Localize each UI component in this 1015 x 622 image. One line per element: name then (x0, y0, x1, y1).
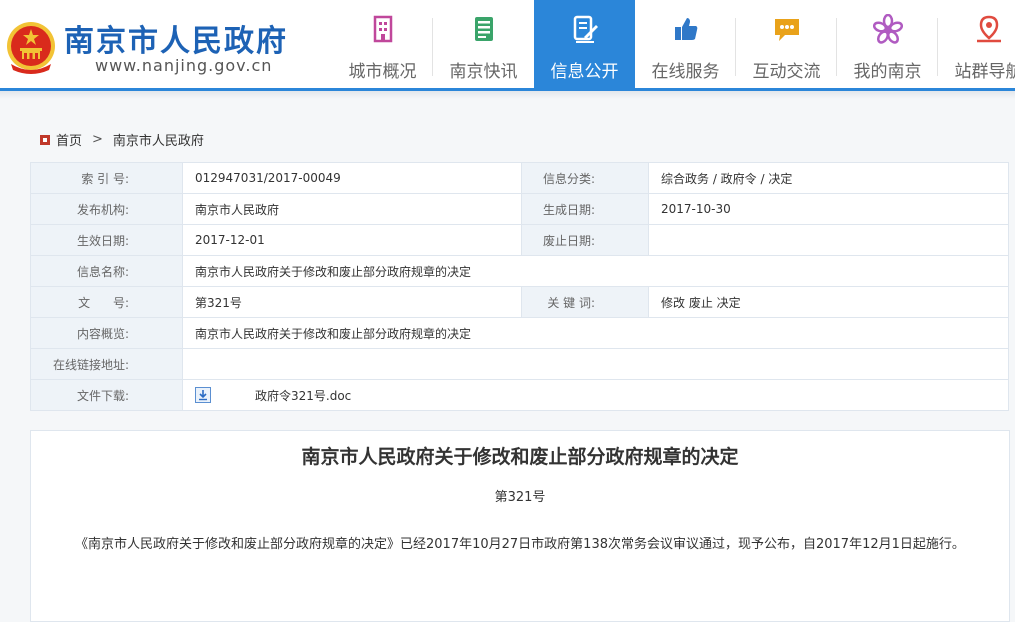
chat-bubble-icon (775, 19, 799, 41)
table-row: 生效日期: 2017-12-01 废止日期: (30, 224, 1009, 256)
doc-number-value: 第321号 (182, 286, 522, 318)
home-icon (40, 134, 50, 145)
nav-label: 站群导航 (954, 62, 1015, 82)
table-row: 发布机构: 南京市人民政府 生成日期: 2017-10-30 (30, 193, 1009, 225)
doc-number-label: 文 号: (30, 286, 183, 318)
created-date-label: 生成日期: (521, 193, 649, 225)
map-pin-icon (977, 15, 1001, 43)
national-emblem-icon (7, 22, 55, 74)
index-label: 索 引 号: (30, 162, 183, 194)
flower-icon (873, 14, 903, 44)
online-link-value (182, 348, 1009, 380)
category-value: 综合政务 / 政府令 / 决定 (648, 162, 1009, 194)
site-title[interactable]: 南京市人民政府 (64, 16, 288, 60)
nav-label: 互动交流 (752, 62, 821, 82)
category-label: 信息分类: (521, 162, 649, 194)
breadcrumb-separator: > (92, 132, 103, 147)
article-number: 第321号 (494, 490, 546, 505)
keywords-label: 关 键 词: (521, 286, 649, 318)
table-row: 信息名称: 南京市人民政府关于修改和废止部分政府规章的决定 (30, 255, 1009, 287)
summary-value: 南京市人民政府关于修改和废止部分政府规章的决定 (182, 317, 1009, 349)
table-row: 内容概览: 南京市人民政府关于修改和废止部分政府规章的决定 (30, 317, 1009, 349)
nav-label: 信息公开 (550, 62, 619, 82)
nav-label: 我的南京 (853, 62, 922, 82)
breadcrumb: 首页 > 南京市人民政府 (40, 130, 204, 149)
site-header: 南京市人民政府 www.nanjing.gov.cn 城市概况 南京快讯 信息公… (0, 0, 1015, 88)
download-label: 文件下载: (30, 379, 183, 411)
download-icon[interactable] (195, 387, 211, 403)
thumbs-up-icon (675, 18, 698, 40)
download-file-link[interactable]: 政府令321号.doc (255, 389, 351, 403)
header-shadow (0, 91, 1015, 99)
news-icon (475, 17, 493, 41)
breadcrumb-home-link[interactable]: 首页 (56, 130, 82, 149)
breadcrumb-current[interactable]: 南京市人民政府 (113, 130, 204, 149)
site-url[interactable]: www.nanjing.gov.cn (95, 56, 272, 75)
main-nav: 城市概况 南京快讯 信息公开 在线服务 互动交流 我的南京 站群导航 (332, 0, 1015, 88)
nav-item-site-navigation[interactable]: 站群导航 (938, 0, 1015, 88)
nav-item-nanjing-news[interactable]: 南京快讯 (433, 0, 534, 88)
effective-date-label: 生效日期: (30, 224, 183, 256)
publisher-value: 南京市人民政府 (182, 193, 522, 225)
download-cell: 政府令321号.doc (182, 379, 1009, 411)
nav-label: 在线服务 (651, 62, 720, 82)
document-edit-icon (573, 15, 598, 43)
keywords-value: 修改 废止 决定 (648, 286, 1009, 318)
info-name-value: 南京市人民政府关于修改和废止部分政府规章的决定 (182, 255, 1009, 287)
publisher-label: 发布机构: (30, 193, 183, 225)
nav-label: 城市概况 (348, 62, 417, 82)
article-title: 南京市人民政府关于修改和废止部分政府规章的决定 (301, 446, 739, 468)
article-panel: 南京市人民政府关于修改和废止部分政府规章的决定 第321号 《南京市人民政府关于… (30, 430, 1010, 622)
nav-item-city-overview[interactable]: 城市概况 (332, 0, 433, 88)
index-value: 012947031/2017-00049 (182, 162, 522, 194)
nav-item-info-disclosure[interactable]: 信息公开 (534, 0, 635, 88)
nav-label: 南京快讯 (449, 62, 518, 82)
info-metadata-table: 索 引 号: 012947031/2017-00049 信息分类: 综合政务 /… (30, 162, 1009, 411)
nav-item-my-nanjing[interactable]: 我的南京 (837, 0, 938, 88)
created-date-value: 2017-10-30 (648, 193, 1009, 225)
abolished-date-value (648, 224, 1009, 256)
building-icon (373, 15, 393, 43)
nav-item-interaction[interactable]: 互动交流 (736, 0, 837, 88)
abolished-date-label: 废止日期: (521, 224, 649, 256)
nav-item-online-service[interactable]: 在线服务 (635, 0, 736, 88)
summary-label: 内容概览: (30, 317, 183, 349)
table-row: 文 号: 第321号 关 键 词: 修改 废止 决定 (30, 286, 1009, 318)
article-body: 《南京市人民政府关于修改和废止部分政府规章的决定》已经2017年10月27日市政… (75, 537, 965, 552)
table-row: 索 引 号: 012947031/2017-00049 信息分类: 综合政务 /… (30, 162, 1009, 194)
effective-date-value: 2017-12-01 (182, 224, 522, 256)
info-name-label: 信息名称: (30, 255, 183, 287)
online-link-label: 在线链接地址: (30, 348, 183, 380)
table-row: 在线链接地址: (30, 348, 1009, 380)
table-row: 文件下载: 政府令321号.doc (30, 379, 1009, 411)
